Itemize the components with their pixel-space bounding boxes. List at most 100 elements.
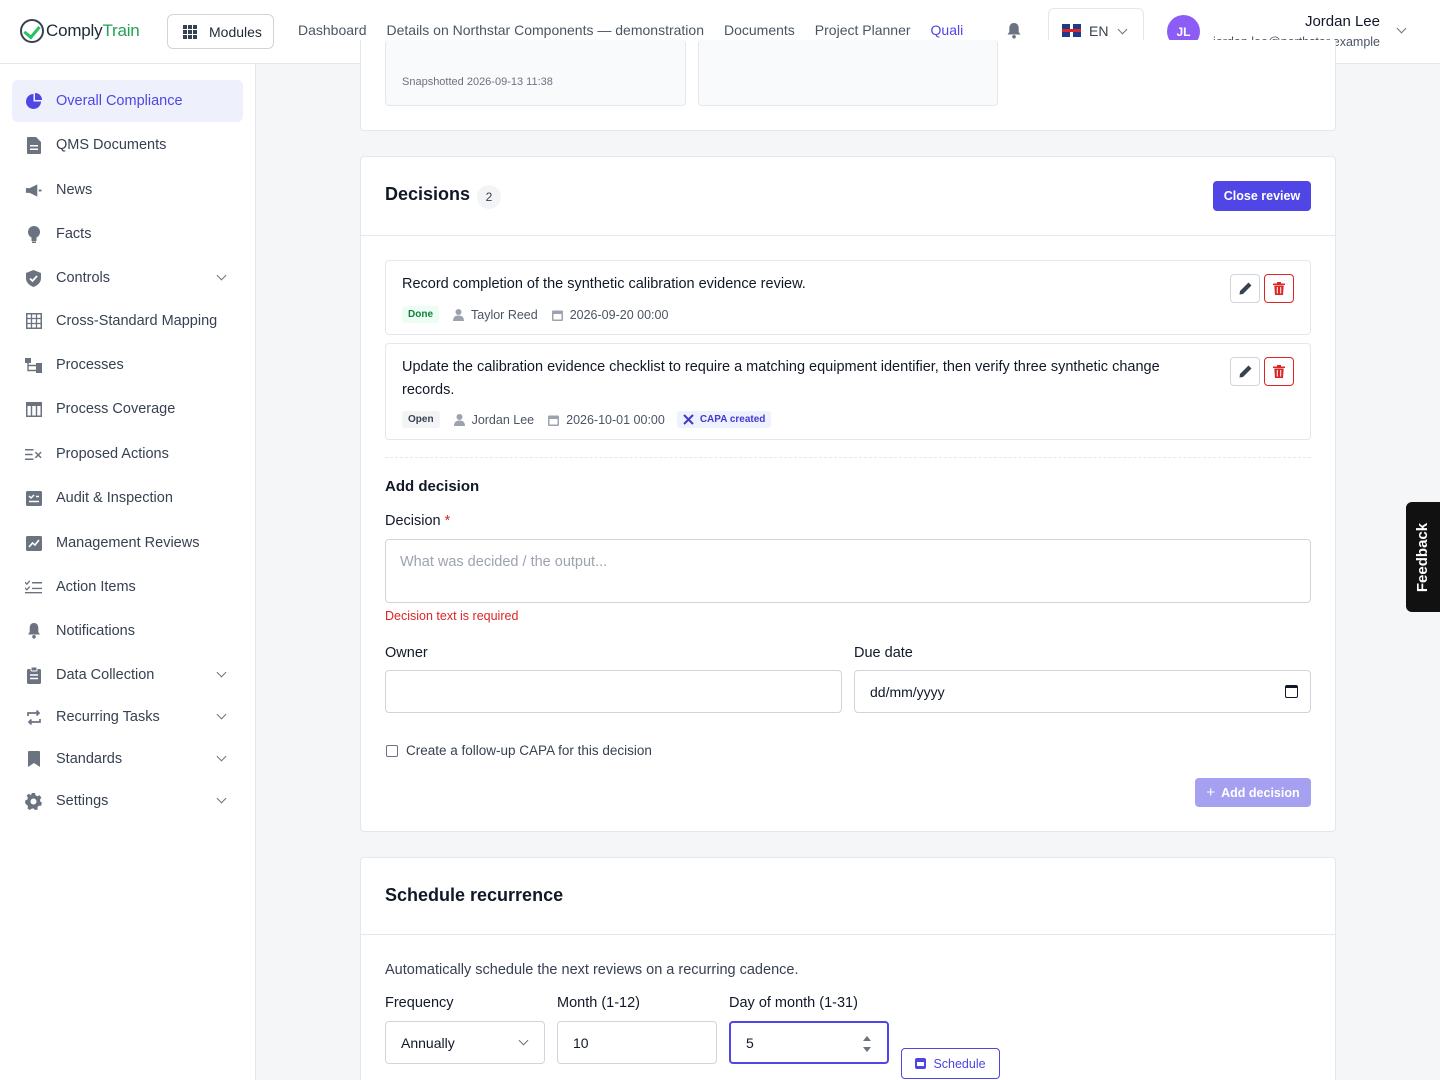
sidebar-item-settings[interactable]: Settings	[12, 780, 243, 822]
calendar-icon[interactable]	[1285, 685, 1298, 698]
snapshot-box	[385, 40, 686, 106]
capa-created-label: CAPA created	[699, 414, 766, 425]
logo-check-icon	[20, 19, 44, 43]
sidebar-item-news[interactable]: News	[12, 169, 243, 211]
decision-field-label: Decision *	[385, 513, 451, 529]
sidebar-item-label: Facts	[56, 226, 92, 242]
brand-name: ComplyTrain	[46, 21, 140, 40]
sidebar-item-label: Settings	[56, 793, 109, 809]
close-review-button[interactable]: Close review	[1213, 181, 1311, 211]
day-of-month-input[interactable]: 5	[729, 1021, 889, 1064]
edit-decision-button[interactable]	[1230, 357, 1260, 386]
checklist-icon	[25, 579, 42, 596]
owner-input[interactable]	[385, 670, 842, 713]
shield-check-icon	[25, 269, 42, 287]
calendar-icon	[915, 1058, 927, 1069]
nav-dashboard[interactable]: Dashboard	[298, 22, 367, 38]
capa-checkbox-label[interactable]: Create a follow-up CAPA for this decisio…	[406, 743, 652, 758]
pencil-icon	[1239, 282, 1251, 295]
number-stepper-icon[interactable]	[863, 1036, 871, 1052]
pie-chart-icon	[25, 92, 42, 110]
month-input[interactable]: 10	[557, 1021, 717, 1064]
trash-icon	[1273, 365, 1285, 378]
table-icon	[25, 401, 42, 418]
clipboard-check-icon	[25, 490, 42, 507]
frequency-label: Frequency	[385, 995, 454, 1011]
nav-project-details[interactable]: Details on Northstar Components — demons…	[387, 22, 704, 38]
sidebar-item-notifications[interactable]: Notifications	[12, 610, 243, 652]
sidebar-item-controls[interactable]: Controls	[12, 257, 243, 299]
delete-decision-button[interactable]	[1264, 274, 1294, 303]
sidebar-item-label: Recurring Tasks	[56, 709, 160, 725]
sidebar-item-management-reviews[interactable]: Management Reviews	[12, 522, 243, 564]
chevron-down-icon	[216, 751, 227, 762]
decision-owner: Jordan Lee	[471, 412, 535, 427]
due-date-input[interactable]: dd/mm/yyyy	[854, 670, 1311, 713]
chevron-down-icon	[1117, 24, 1128, 35]
nav-documents[interactable]: Documents	[724, 22, 795, 38]
day-of-month-label: Day of month (1-31)	[729, 995, 858, 1011]
document-icon	[25, 136, 42, 154]
divider	[361, 934, 1335, 935]
repeat-icon	[25, 709, 42, 726]
sidebar-item-processes[interactable]: Processes	[12, 344, 243, 386]
decision-textarea[interactable]: What was decided / the output...	[385, 539, 1311, 603]
sidebar-item-process-coverage[interactable]: Process Coverage	[12, 388, 243, 430]
flow-icon	[25, 357, 42, 374]
sidebar-item-label: Cross-Standard Mapping	[56, 313, 218, 329]
edit-decision-button[interactable]	[1230, 274, 1260, 303]
schedule-button[interactable]: Schedule	[901, 1048, 1000, 1079]
chevron-down-icon	[518, 1035, 529, 1046]
decision-text: Record completion of the synthetic calib…	[402, 276, 806, 292]
sidebar-item-label: News	[56, 182, 93, 198]
decision-due: 2026-10-01 00:00	[566, 412, 665, 427]
user-menu-chevron-icon[interactable]	[1396, 23, 1407, 34]
sidebar-item-label: Controls	[56, 270, 110, 286]
top-nav: Dashboard Details on Northstar Component…	[298, 22, 971, 38]
frequency-select[interactable]: Annually	[385, 1021, 545, 1064]
sidebar-item-action-items[interactable]: Action Items	[12, 566, 243, 608]
sidebar-item-label: Proposed Actions	[56, 446, 169, 462]
recurrence-description: Automatically schedule the next reviews …	[385, 962, 799, 978]
feedback-label: Feedback	[1414, 522, 1432, 592]
feedback-tab[interactable]: Feedback	[1406, 502, 1440, 612]
nav-quality[interactable]: Quali	[931, 22, 964, 38]
add-decision-title: Add decision	[385, 478, 480, 495]
user-name: Jordan Lee	[1304, 13, 1380, 30]
bell-icon[interactable]	[1006, 22, 1022, 39]
sidebar-item-proposed-actions[interactable]: Proposed Actions	[12, 433, 243, 475]
due-date-field-label: Due date	[854, 645, 913, 661]
decision-item: Update the calibration evidence checklis…	[385, 343, 1311, 440]
brand-logo[interactable]: ComplyTrain	[20, 18, 140, 44]
modules-button[interactable]: Modules	[167, 14, 274, 49]
decision-meta: Done Taylor Reed 2026-09-20 00:00	[402, 306, 668, 323]
sidebar-item-cross-standard-mapping[interactable]: Cross-Standard Mapping	[12, 300, 243, 342]
sidebar-item-overall-compliance[interactable]: Overall Compliance	[12, 80, 243, 122]
sidebar-item-recurring-tasks[interactable]: Recurring Tasks	[12, 696, 243, 738]
nav-project-planner[interactable]: Project Planner	[815, 22, 911, 38]
decisions-title: Decisions	[385, 184, 471, 204]
decision-text: Update the calibration evidence checklis…	[402, 359, 1160, 398]
sidebar-item-qms-documents[interactable]: QMS Documents	[12, 124, 243, 166]
bell-icon	[25, 623, 42, 640]
sidebar-item-standards[interactable]: Standards	[12, 738, 243, 780]
capa-created-badge: CAPA created	[676, 411, 772, 428]
delete-decision-button[interactable]	[1264, 357, 1294, 386]
sidebar-item-facts[interactable]: Facts	[12, 213, 243, 255]
grid-icon	[183, 24, 197, 39]
sidebar-item-label: Notifications	[56, 623, 135, 639]
add-decision-button[interactable]: + Add decision	[1195, 778, 1311, 807]
table-grid-icon	[25, 313, 42, 330]
sidebar-item-label: Audit & Inspection	[56, 490, 173, 506]
decisions-count-badge: 2	[477, 185, 501, 209]
megaphone-icon	[25, 182, 42, 199]
snapshot-box-secondary	[698, 40, 998, 106]
calendar-icon	[551, 309, 563, 321]
sidebar-item-audit-inspection[interactable]: Audit & Inspection	[12, 477, 243, 519]
capa-checkbox[interactable]	[386, 745, 398, 757]
lightbulb-icon	[25, 225, 42, 243]
frequency-value: Annually	[401, 1034, 455, 1051]
pencil-icon	[1239, 365, 1251, 378]
sidebar-item-data-collection[interactable]: Data Collection	[12, 654, 243, 696]
add-decision-label: Add decision	[1221, 785, 1300, 800]
